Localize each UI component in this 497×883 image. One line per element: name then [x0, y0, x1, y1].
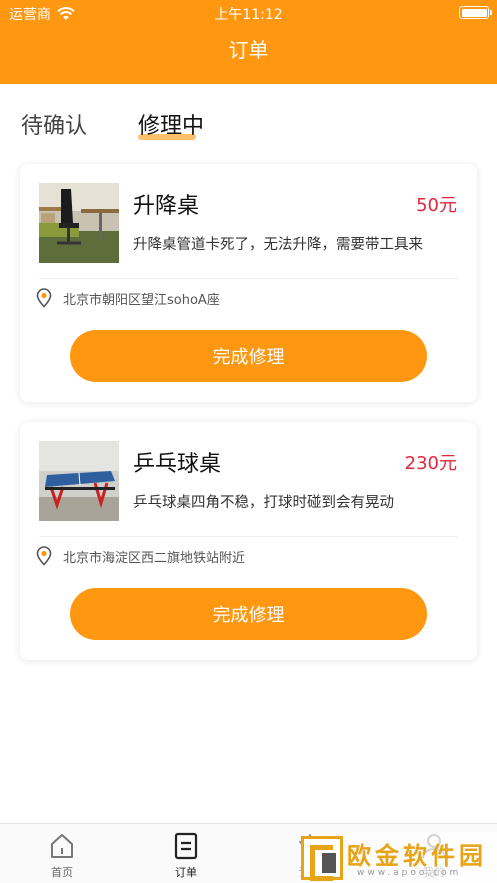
location-pin-icon — [36, 288, 52, 308]
problem-description: 升降桌管道卡死了，无法升降，需要带工具来 — [133, 237, 423, 253]
service-address: 北京市朝阳区望江sohoA座 — [63, 293, 220, 308]
tab-repairing[interactable]: 修理中 — [138, 108, 204, 140]
watermark: 欧金软件园 www.apoo.com — [297, 832, 497, 883]
service-address: 北京市海淀区西二旗地铁站附近 — [63, 551, 246, 566]
page-title: 订单 — [228, 38, 269, 62]
product-name: 升降桌 — [133, 194, 200, 219]
tab-pending[interactable]: 待确认 — [21, 108, 87, 140]
problem-description: 乒乓球桌四角不稳，打球时碰到会有晃动 — [133, 495, 394, 511]
order-icon — [174, 832, 198, 860]
product-image — [39, 441, 119, 521]
divider — [39, 536, 458, 537]
battery-icon — [459, 6, 492, 19]
app-header: 运营商 上午11:12 订单 — [0, 0, 497, 84]
complete-repair-button[interactable]: 完成修理 — [70, 588, 427, 640]
watermark-url: www.apoo.com — [357, 868, 462, 878]
product-name: 乒乓球桌 — [133, 452, 222, 477]
nav-order-label: 订单 — [175, 866, 197, 879]
nav-order[interactable]: 订单 — [156, 832, 216, 880]
watermark-text: 欧金软件园 — [347, 842, 487, 870]
location-pin-icon — [36, 546, 52, 566]
order-card[interactable]: 升降桌 50元 升降桌管道卡死了，无法升降，需要带工具来 北京市朝阳区望江soh… — [20, 164, 477, 402]
status-bar: 运营商 上午11:12 — [0, 0, 497, 26]
status-time: 上午11:12 — [214, 7, 283, 23]
watermark-logo-icon — [301, 836, 343, 881]
complete-repair-button[interactable]: 完成修理 — [70, 330, 427, 382]
home-icon — [51, 834, 73, 858]
product-image — [39, 183, 119, 263]
nav-home-label: 首页 — [51, 866, 73, 879]
order-status-tabs: 待确认 修理中 — [0, 104, 497, 150]
product-price: 50元 — [416, 195, 457, 216]
nav-home[interactable]: 首页 — [32, 832, 92, 880]
divider — [39, 278, 458, 279]
product-price: 230元 — [404, 453, 457, 474]
order-card[interactable]: 乒乓球桌 230元 乒乓球桌四角不稳，打球时碰到会有晃动 北京市海淀区西二旗地铁… — [20, 422, 477, 660]
